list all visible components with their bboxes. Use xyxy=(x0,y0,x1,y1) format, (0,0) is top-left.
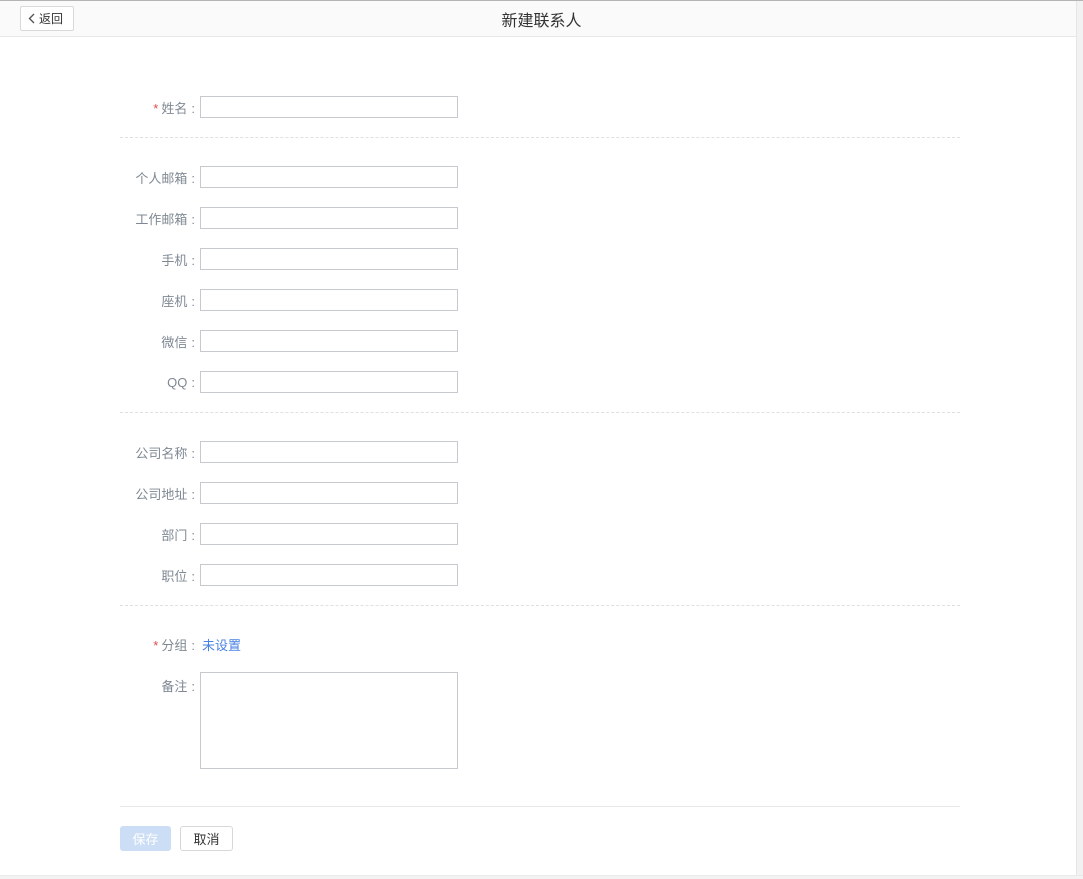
label-colon: : xyxy=(191,335,195,350)
back-button-label: 返回 xyxy=(39,10,63,27)
horizontal-scrollbar[interactable] xyxy=(0,875,1083,879)
section-divider xyxy=(120,605,960,606)
label-colon: : xyxy=(191,375,195,390)
label-colon: : xyxy=(191,679,195,694)
field-row-personal-email: 个人邮箱: xyxy=(120,166,960,188)
personal-email-input[interactable] xyxy=(200,166,458,188)
field-row-group: *分组: 未设置 xyxy=(120,634,960,654)
field-row-notes: 备注: xyxy=(120,672,960,769)
work-email-input[interactable] xyxy=(200,207,458,229)
name-label: *姓名: xyxy=(120,98,195,117)
required-asterisk: * xyxy=(153,101,158,116)
personal-email-label: 个人邮箱: xyxy=(120,168,195,187)
group-label: *分组: xyxy=(120,635,195,654)
page-title: 新建联系人 xyxy=(501,7,581,31)
company-address-label: 公司地址: xyxy=(120,484,195,503)
cancel-button[interactable]: 取消 xyxy=(180,826,233,851)
field-row-landline: 座机: xyxy=(120,289,960,311)
label-colon: : xyxy=(191,294,195,309)
landline-label: 座机: xyxy=(120,291,195,310)
label-colon: : xyxy=(191,171,195,186)
label-colon: : xyxy=(191,101,195,116)
work-email-label: 工作邮箱: xyxy=(120,209,195,228)
field-row-company-address: 公司地址: xyxy=(120,482,960,504)
field-row-name: *姓名: xyxy=(120,96,960,118)
wechat-input[interactable] xyxy=(200,330,458,352)
label-colon: : xyxy=(191,446,195,461)
mobile-input[interactable] xyxy=(200,248,458,270)
qq-input[interactable] xyxy=(200,371,458,393)
company-address-input[interactable] xyxy=(200,482,458,504)
label-colon: : xyxy=(191,253,195,268)
label-colon: : xyxy=(191,638,195,653)
section-divider xyxy=(120,412,960,413)
save-button[interactable]: 保存 xyxy=(120,826,171,851)
section-divider xyxy=(120,137,960,138)
field-row-position: 职位: xyxy=(120,564,960,586)
notes-label: 备注: xyxy=(120,676,195,695)
field-row-department: 部门: xyxy=(120,523,960,545)
new-contact-form: *姓名: 个人邮箱: 工作邮箱: 手机: 座机: 微信: QQ: 公司名称: 公… xyxy=(120,37,960,851)
company-name-label: 公司名称: xyxy=(120,443,195,462)
label-colon: : xyxy=(191,212,195,227)
group-select-link[interactable]: 未设置 xyxy=(202,635,241,654)
wechat-label: 微信: xyxy=(120,332,195,351)
label-colon: : xyxy=(191,487,195,502)
back-button[interactable]: 返回 xyxy=(20,6,74,31)
field-row-company-name: 公司名称: xyxy=(120,441,960,463)
field-row-work-email: 工作邮箱: xyxy=(120,207,960,229)
label-colon: : xyxy=(191,528,195,543)
department-input[interactable] xyxy=(200,523,458,545)
notes-textarea[interactable] xyxy=(200,672,458,769)
footer-divider xyxy=(120,806,960,807)
field-row-qq: QQ: xyxy=(120,371,960,393)
chevron-left-icon xyxy=(28,13,35,24)
required-asterisk: * xyxy=(153,638,158,653)
top-bar: 返回 新建联系人 xyxy=(0,1,1083,37)
form-actions: 保存 取消 xyxy=(120,826,960,851)
company-name-input[interactable] xyxy=(200,441,458,463)
label-colon: : xyxy=(191,569,195,584)
qq-label: QQ: xyxy=(120,375,195,390)
name-input[interactable] xyxy=(200,96,458,118)
landline-input[interactable] xyxy=(200,289,458,311)
field-row-wechat: 微信: xyxy=(120,330,960,352)
position-label: 职位: xyxy=(120,566,195,585)
mobile-label: 手机: xyxy=(120,250,195,269)
vertical-scrollbar[interactable] xyxy=(1076,1,1083,879)
position-input[interactable] xyxy=(200,564,458,586)
department-label: 部门: xyxy=(120,525,195,544)
field-row-mobile: 手机: xyxy=(120,248,960,270)
